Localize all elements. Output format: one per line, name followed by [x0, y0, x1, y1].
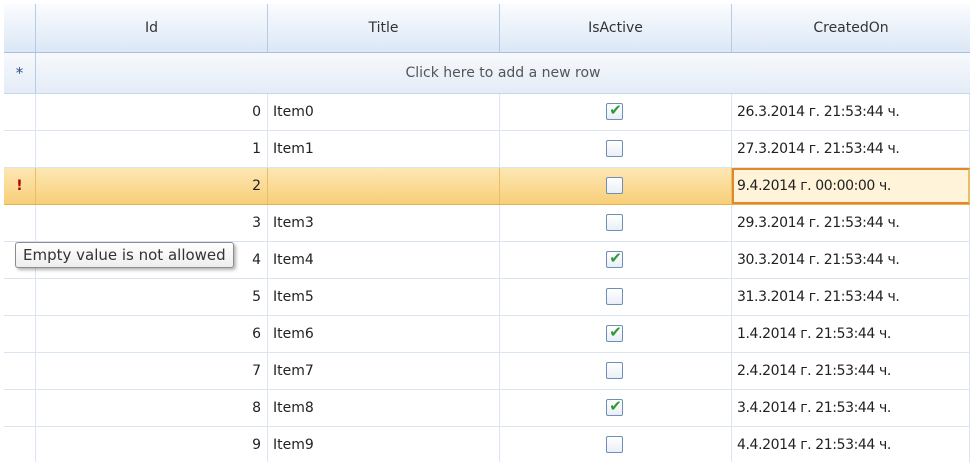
cell-id[interactable]: 9: [36, 427, 268, 462]
row-selector[interactable]: [4, 427, 36, 462]
row-selector[interactable]: [4, 131, 36, 167]
cell-title[interactable]: Item6: [268, 316, 500, 352]
checkbox-unchecked[interactable]: [606, 436, 623, 453]
validation-tooltip: Empty value is not allowed: [15, 242, 234, 268]
column-header-createdon[interactable]: CreatedOn: [732, 4, 970, 52]
table-row[interactable]: 1 Item1 27.3.2014 г. 21:53:44 ч.: [4, 131, 970, 168]
cell-id[interactable]: 0: [36, 94, 268, 130]
row-selector[interactable]: [4, 353, 36, 389]
row-selector[interactable]: [4, 205, 36, 241]
cell-createdon[interactable]: 1.4.2014 г. 21:53:44 ч.: [732, 316, 970, 352]
checkbox-unchecked[interactable]: [606, 288, 623, 305]
checkmark-icon: ✔: [609, 249, 622, 267]
checkbox-checked[interactable]: ✔: [606, 323, 623, 342]
cell-createdon[interactable]: 26.3.2014 г. 21:53:44 ч.: [732, 94, 970, 130]
row-error-indicator[interactable]: !: [4, 168, 36, 204]
new-row-button[interactable]: * Click here to add a new row: [4, 53, 970, 94]
cell-title[interactable]: Item4: [268, 242, 500, 278]
cell-title[interactable]: [268, 168, 500, 204]
table-row[interactable]: 5 Item5 31.3.2014 г. 21:53:44 ч.: [4, 279, 970, 316]
cell-isactive: ✔: [500, 242, 732, 278]
cell-createdon[interactable]: 2.4.2014 г. 21:53:44 ч.: [732, 353, 970, 389]
cell-createdon-editing[interactable]: 9.4.2014 г. 00:00:00 ч.: [732, 168, 970, 204]
column-header-isactive[interactable]: IsActive: [500, 4, 732, 52]
cell-id[interactable]: 8: [36, 390, 268, 426]
row-selector[interactable]: [4, 316, 36, 352]
header-selector-cell: [4, 4, 36, 52]
cell-createdon[interactable]: 27.3.2014 г. 21:53:44 ч.: [732, 131, 970, 167]
row-selector[interactable]: [4, 279, 36, 315]
cell-isactive: [500, 427, 732, 462]
table-row[interactable]: 7 Item7 2.4.2014 г. 21:53:44 ч.: [4, 353, 970, 390]
cell-createdon[interactable]: 31.3.2014 г. 21:53:44 ч.: [732, 279, 970, 315]
cell-title[interactable]: Item3: [268, 205, 500, 241]
checkbox-checked[interactable]: ✔: [606, 397, 623, 416]
data-grid: Id Title IsActive CreatedOn * Click here…: [4, 4, 970, 462]
cell-title[interactable]: Item7: [268, 353, 500, 389]
table-row[interactable]: 6 Item6 ✔ 1.4.2014 г. 21:53:44 ч.: [4, 316, 970, 353]
checkmark-icon: ✔: [609, 397, 622, 415]
cell-isactive: [500, 168, 732, 204]
column-header-title[interactable]: Title: [268, 4, 500, 52]
cell-title[interactable]: Item5: [268, 279, 500, 315]
cell-createdon[interactable]: 3.4.2014 г. 21:53:44 ч.: [732, 390, 970, 426]
checkbox-checked[interactable]: ✔: [606, 101, 623, 120]
cell-id[interactable]: 6: [36, 316, 268, 352]
cell-id[interactable]: 2: [36, 168, 268, 204]
checkbox-unchecked[interactable]: [606, 362, 623, 379]
cell-title[interactable]: Item1: [268, 131, 500, 167]
cell-id[interactable]: 3: [36, 205, 268, 241]
cell-isactive: [500, 205, 732, 241]
checkbox-unchecked[interactable]: [606, 177, 623, 194]
cell-title[interactable]: Item0: [268, 94, 500, 130]
cell-id[interactable]: 5: [36, 279, 268, 315]
checkbox-checked[interactable]: ✔: [606, 249, 623, 268]
cell-title[interactable]: Item9: [268, 427, 500, 462]
cell-id[interactable]: 1: [36, 131, 268, 167]
new-row-label[interactable]: Click here to add a new row: [36, 53, 970, 93]
grid-header: Id Title IsActive CreatedOn: [4, 4, 970, 53]
table-row[interactable]: 3 Item3 29.3.2014 г. 21:53:44 ч.: [4, 205, 970, 242]
cell-isactive: ✔: [500, 390, 732, 426]
table-row[interactable]: 0 Item0 ✔ 26.3.2014 г. 21:53:44 ч.: [4, 94, 970, 131]
cell-createdon[interactable]: 4.4.2014 г. 21:53:44 ч.: [732, 427, 970, 462]
checkmark-icon: ✔: [609, 323, 622, 341]
row-selector[interactable]: [4, 390, 36, 426]
cell-id[interactable]: 7: [36, 353, 268, 389]
cell-isactive: [500, 131, 732, 167]
table-row-current[interactable]: ! 2 9.4.2014 г. 00:00:00 ч.: [4, 168, 970, 205]
checkbox-unchecked[interactable]: [606, 140, 623, 157]
table-row[interactable]: 8 Item8 ✔ 3.4.2014 г. 21:53:44 ч.: [4, 390, 970, 427]
checkmark-icon: ✔: [609, 101, 622, 119]
cell-isactive: ✔: [500, 94, 732, 130]
cell-isactive: [500, 353, 732, 389]
cell-title[interactable]: Item8: [268, 390, 500, 426]
new-row-indicator: *: [4, 53, 36, 93]
table-row[interactable]: 9 Item9 4.4.2014 г. 21:53:44 ч.: [4, 427, 970, 462]
checkbox-unchecked[interactable]: [606, 214, 623, 231]
cell-isactive: ✔: [500, 316, 732, 352]
cell-createdon[interactable]: 29.3.2014 г. 21:53:44 ч.: [732, 205, 970, 241]
cell-createdon[interactable]: 30.3.2014 г. 21:53:44 ч.: [732, 242, 970, 278]
column-header-id[interactable]: Id: [36, 4, 268, 52]
row-selector[interactable]: [4, 94, 36, 130]
cell-isactive: [500, 279, 732, 315]
